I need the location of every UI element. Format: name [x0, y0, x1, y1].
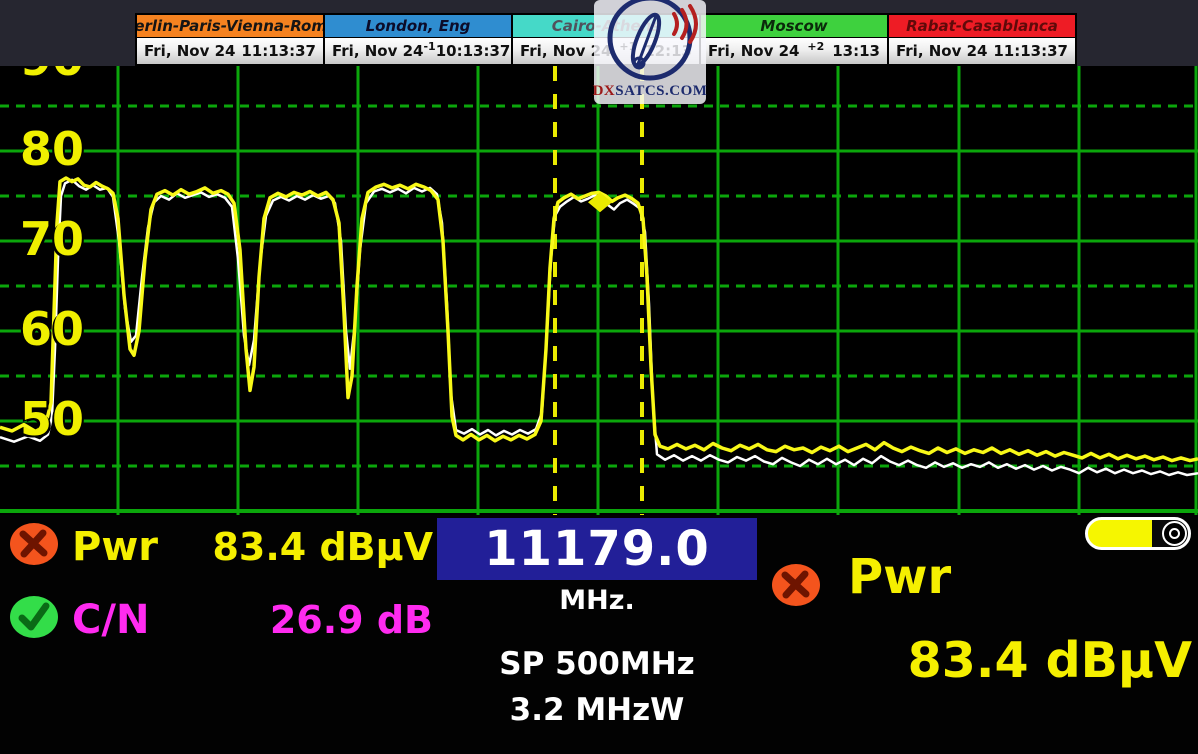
dxsatcs-logo: DXSATCS.COM: [594, 0, 706, 104]
cn-label: C/N: [72, 600, 149, 640]
right-power-label: Pwr: [848, 553, 951, 601]
clock-utc-offset: -1: [423, 40, 435, 53]
clock-date: Fri, Nov 24: [332, 42, 423, 60]
clock-city-label: Moscow: [701, 15, 887, 37]
clock-utc-offset: +2: [799, 40, 832, 53]
power-toggle[interactable]: [1085, 517, 1191, 550]
power-label: Pwr: [72, 527, 158, 567]
y-axis-label: 80: [20, 126, 84, 172]
measurement-panel: Pwr 83.4 dBµV C/N 26.9 dB 11179.0 MHz. S…: [0, 515, 1198, 754]
power-lock-x-icon: [770, 562, 822, 608]
clock-cell-rabat: Rabat-Casablanca Fri, Nov 24 11:13:37: [889, 15, 1075, 64]
clock-city-label: Berlin-Paris-Vienna-Roma: [137, 15, 323, 37]
toggle-knob-ring: [1169, 528, 1180, 539]
clock-cell-london: London, Eng Fri, Nov 24 -1 10:13:37: [325, 15, 513, 64]
y-axis-label: 70: [20, 216, 84, 262]
y-axis-label: 50: [20, 396, 84, 442]
satellite-dish-icon: [594, 0, 706, 86]
bandwidth-readout: 3.2 MHzW: [377, 692, 817, 728]
clock-time: 13:13: [832, 42, 880, 60]
clock-time: 11:13:37: [241, 42, 316, 60]
spectrum-analyzer-screen: Berlin-Paris-Vienna-Roma Fri, Nov 24 11:…: [0, 0, 1198, 754]
y-axis-label: 90: [20, 66, 84, 82]
power-value: 83.4 dBµV: [150, 528, 433, 566]
clock-city-label: Rabat-Casablanca: [889, 15, 1075, 37]
clock-city-label: London, Eng: [325, 15, 511, 37]
clock-cell-moscow: Moscow Fri, Nov 24 +2 13:13: [701, 15, 889, 64]
cn-value: 26.9 dB: [150, 601, 433, 639]
toggle-knob[interactable]: [1162, 521, 1187, 546]
spectrum-plot: 90 80 70 60 50: [0, 66, 1198, 515]
clock-date: Fri, Nov 24: [144, 42, 235, 60]
logo-wordmark: DXSATCS.COM: [593, 84, 708, 99]
frequency-value: 11179.0: [484, 525, 710, 573]
clock-date: Fri, Nov 24: [708, 42, 799, 60]
y-axis-label: 60: [20, 306, 84, 352]
spectrum-grid-svg: [0, 66, 1198, 515]
power-lock-x-icon: [8, 521, 60, 567]
cn-check-icon: [8, 594, 60, 640]
clock-time: 11:13:37: [993, 42, 1068, 60]
right-power-value: 83.4 dBµV: [732, 636, 1192, 685]
clock-date: Fri, Nov 24: [896, 42, 987, 60]
clock-cell-berlin: Berlin-Paris-Vienna-Roma Fri, Nov 24 11:…: [137, 15, 325, 64]
clock-time: 10:13:37: [436, 42, 511, 60]
frequency-display[interactable]: 11179.0: [437, 518, 757, 580]
frequency-unit: MHz.: [437, 585, 757, 616]
